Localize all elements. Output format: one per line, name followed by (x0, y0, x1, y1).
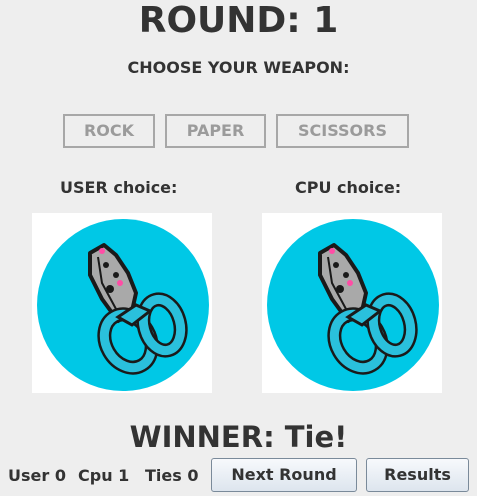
choose-weapon-label: CHOOSE YOUR WEAPON: (127, 58, 350, 77)
user-choice-image (32, 213, 212, 393)
round-title: ROUND: 1 (138, 0, 339, 41)
user-score: User 0 (8, 466, 66, 485)
next-round-button[interactable]: Next Round (211, 458, 357, 492)
ties-score: Ties 0 (145, 466, 199, 485)
rock-button[interactable]: ROCK (63, 114, 155, 148)
winner-label: WINNER: Tie! (129, 420, 348, 454)
results-button[interactable]: Results (366, 458, 469, 492)
user-choice-label: USER choice: (60, 178, 178, 197)
cpu-score: Cpu 1 (78, 466, 130, 485)
scissors-icon (267, 219, 439, 391)
cpu-choice-label: CPU choice: (295, 178, 402, 197)
scissors-button[interactable]: SCISSORS (276, 114, 409, 148)
cpu-choice-image (262, 213, 442, 393)
paper-button[interactable]: PAPER (165, 114, 266, 148)
scissors-icon (37, 219, 209, 391)
